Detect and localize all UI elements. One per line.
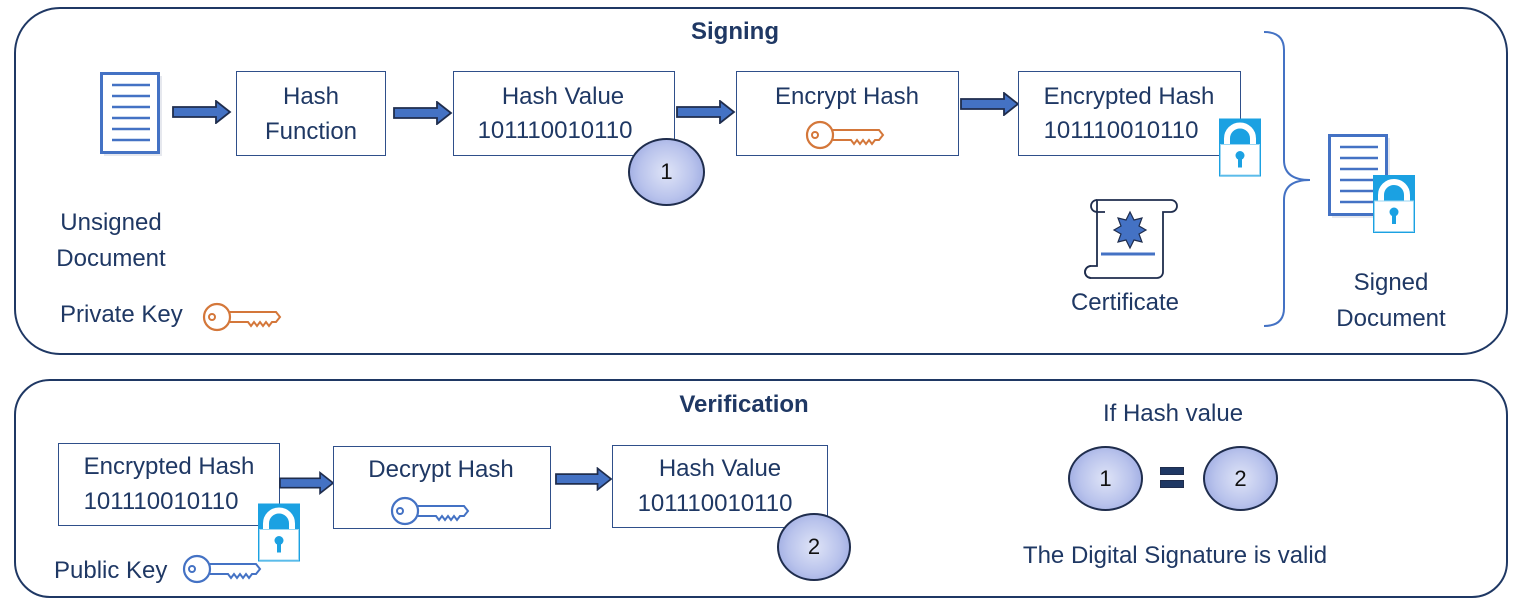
arrow-right-icon: [960, 92, 1020, 116]
public-key-icon: [182, 552, 262, 586]
arrow-right-icon: [172, 100, 232, 124]
verification-title: Verification: [679, 391, 809, 418]
public-key-label: Public Key: [54, 557, 168, 584]
hash-marker-1: 1: [628, 138, 705, 206]
private-key-icon: [202, 300, 282, 334]
encrypted-hash-label: Encrypted Hash: [1043, 83, 1215, 110]
arrow-right-icon: [279, 471, 335, 495]
signed-document-label-line1: Signed: [1353, 269, 1429, 296]
hash-value-bits: 101110010110: [637, 490, 793, 517]
hash-value-bits: 101110010110: [477, 117, 633, 144]
lock-icon: [1219, 118, 1261, 177]
lock-icon: [1373, 175, 1415, 233]
lock-icon: [258, 503, 300, 562]
equals-icon: [1160, 467, 1184, 489]
encrypted-hash-bits: 101110010110: [1043, 117, 1199, 144]
decrypt-hash-label: Decrypt Hash: [368, 456, 514, 483]
condition-label: If Hash value: [1102, 400, 1244, 427]
unsigned-document-label-line1: Unsigned: [60, 209, 162, 236]
unsigned-document-label-line2: Document: [56, 245, 166, 272]
certificate-label: Certificate: [1070, 289, 1180, 316]
signing-title: Signing: [691, 18, 779, 45]
hash-function-label-line2: Function: [264, 118, 358, 145]
private-key-label: Private Key: [60, 301, 183, 328]
result-label: The Digital Signature is valid: [1022, 542, 1328, 569]
encrypted-hash-label: Encrypted Hash: [83, 453, 255, 480]
hash-function-label-line1: Hash: [282, 83, 340, 110]
hash-value-label: Hash Value: [501, 83, 625, 110]
hash-marker-2: 2: [777, 513, 851, 581]
document-icon: [100, 72, 164, 158]
public-key-icon: [390, 494, 470, 528]
encrypt-hash-label: Encrypt Hash: [774, 83, 920, 110]
certificate-icon: [1084, 199, 1178, 279]
arrow-right-icon: [393, 101, 453, 125]
arrow-right-icon: [555, 467, 613, 491]
brace-icon: [1263, 31, 1311, 327]
hash-value-label: Hash Value: [658, 455, 782, 482]
private-key-icon: [805, 118, 885, 152]
signed-document-label-line2: Document: [1336, 305, 1446, 332]
compare-marker-2: 2: [1203, 446, 1278, 511]
encrypted-hash-bits: 101110010110: [83, 488, 239, 515]
arrow-right-icon: [676, 100, 736, 124]
compare-marker-1: 1: [1068, 446, 1143, 511]
